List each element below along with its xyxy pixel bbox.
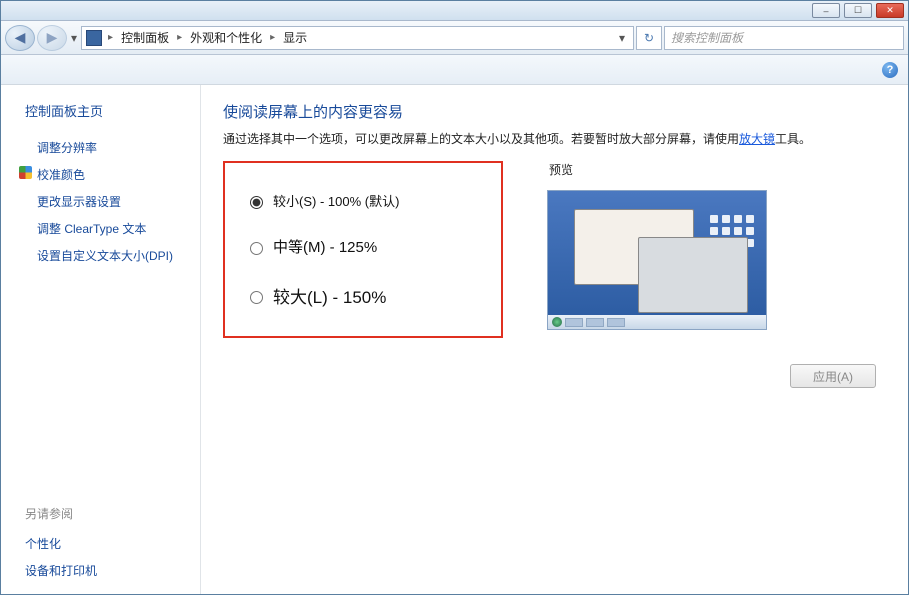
preview-window-b xyxy=(638,237,748,313)
close-button[interactable]: ✕ xyxy=(876,3,904,18)
page-title: 使阅读屏幕上的内容更容易 xyxy=(223,101,886,122)
breadcrumb-control-panel[interactable]: 控制面板 xyxy=(119,29,171,46)
minimize-button[interactable]: – xyxy=(812,3,840,18)
magnifier-link[interactable]: 放大镜 xyxy=(739,132,775,146)
sidebar-link-cleartype[interactable]: 调整 ClearType 文本 xyxy=(19,215,194,242)
desc-text: 通过选择其中一个选项，可以更改屏幕上的文本大小以及其他项。若要暂时放大部分屏幕，… xyxy=(223,132,739,146)
desc-text-post: 工具。 xyxy=(775,132,811,146)
sidebar-link-personalization[interactable]: 个性化 xyxy=(19,530,194,557)
titlebar: – ☐ ✕ xyxy=(1,1,908,21)
address-bar[interactable]: ▸ 控制面板 ▸ 外观和个性化 ▸ 显示 ▾ xyxy=(81,26,634,50)
toolbar: ? xyxy=(1,55,908,85)
preview-taskbar xyxy=(548,315,766,329)
search-placeholder: 搜索控制面板 xyxy=(671,29,743,46)
body: 控制面板主页 调整分辨率 校准颜色 更改显示器设置 调整 ClearType 文… xyxy=(1,85,908,594)
sidebar-title[interactable]: 控制面板主页 xyxy=(25,101,194,120)
breadcrumb-sep-icon: ▸ xyxy=(106,32,115,43)
radio-small-label: 较小(S) - 100% (默认) xyxy=(273,191,399,210)
breadcrumb-sep-icon: ▸ xyxy=(268,32,277,43)
preview-area: 预览 xyxy=(543,161,886,338)
sidebar-see-also: 另请参阅 xyxy=(25,505,194,522)
preview-image xyxy=(547,190,767,330)
sidebar: 控制面板主页 调整分辨率 校准颜色 更改显示器设置 调整 ClearType 文… xyxy=(1,85,201,594)
forward-button[interactable]: ▶ xyxy=(37,25,67,51)
address-dropdown-icon[interactable]: ▾ xyxy=(615,31,629,45)
sidebar-link-custom-dpi[interactable]: 设置自定义文本大小(DPI) xyxy=(19,242,194,269)
sidebar-link-resolution[interactable]: 调整分辨率 xyxy=(19,134,194,161)
radio-large-label: 较大(L) - 150% xyxy=(273,283,386,308)
nav-dropdown-icon[interactable]: ▾ xyxy=(69,31,79,45)
page-description: 通过选择其中一个选项，可以更改屏幕上的文本大小以及其他项。若要暂时放大部分屏幕，… xyxy=(223,130,886,149)
sidebar-link-display-settings[interactable]: 更改显示器设置 xyxy=(19,188,194,215)
maximize-button[interactable]: ☐ xyxy=(844,3,872,18)
apply-button[interactable]: 应用(A) xyxy=(790,364,876,388)
preview-start-icon xyxy=(552,317,562,327)
back-button[interactable]: ◀ xyxy=(5,25,35,51)
radio-medium-label: 中等(M) - 125% xyxy=(273,236,377,257)
navbar: ◀ ▶ ▾ ▸ 控制面板 ▸ 外观和个性化 ▸ 显示 ▾ ↻ 搜索控制面板 xyxy=(1,21,908,55)
breadcrumb-sep-icon: ▸ xyxy=(175,32,184,43)
radio-small[interactable] xyxy=(250,196,263,209)
preview-label: 预览 xyxy=(549,161,886,178)
sidebar-link-calibrate-color[interactable]: 校准颜色 xyxy=(19,161,194,188)
main-pane: 使阅读屏幕上的内容更容易 通过选择其中一个选项，可以更改屏幕上的文本大小以及其他… xyxy=(201,85,908,594)
search-input[interactable]: 搜索控制面板 xyxy=(664,26,904,50)
help-icon[interactable]: ? xyxy=(882,62,898,78)
size-options-group: 较小(S) - 100% (默认) 中等(M) - 125% 较大(L) - 1… xyxy=(223,161,503,338)
refresh-button[interactable]: ↻ xyxy=(636,26,662,50)
breadcrumb-appearance[interactable]: 外观和个性化 xyxy=(188,29,264,46)
sidebar-link-devices-printers[interactable]: 设备和打印机 xyxy=(19,557,194,584)
radio-medium[interactable] xyxy=(250,242,263,255)
control-panel-icon xyxy=(86,30,102,46)
radio-large[interactable] xyxy=(250,291,263,304)
breadcrumb-display[interactable]: 显示 xyxy=(281,29,309,46)
